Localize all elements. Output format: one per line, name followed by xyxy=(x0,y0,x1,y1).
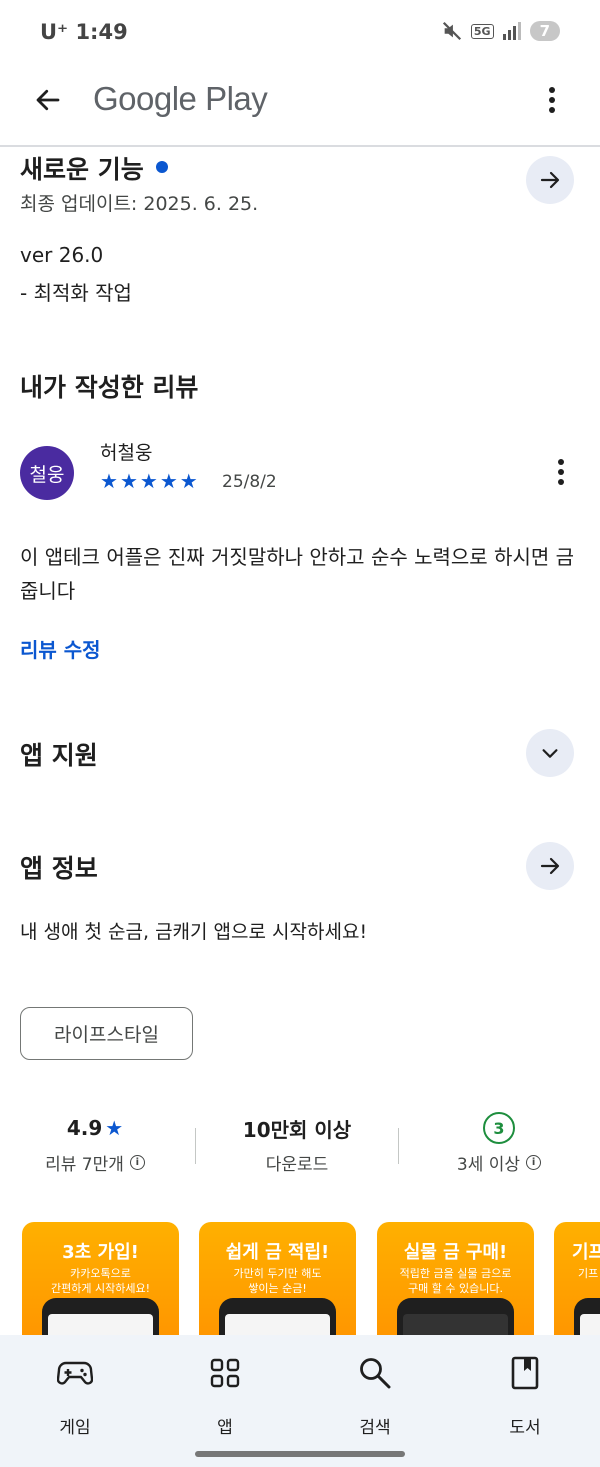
screenshot-subtitle: 카카오톡으로 간편하게 시작하세요! xyxy=(51,1267,150,1295)
downloads-value: 10만회 이상 xyxy=(242,1117,352,1142)
apps-grid-icon xyxy=(210,1358,240,1388)
star-icon: ★ xyxy=(105,1116,124,1140)
status-bar: U⁺ 1:49 5G 7 xyxy=(0,0,600,64)
update-note-text: - 최적화 작업 xyxy=(20,281,132,305)
search-icon xyxy=(360,1358,391,1389)
whats-new-arrow-button[interactable] xyxy=(526,156,574,204)
overflow-menu-button[interactable] xyxy=(530,78,574,122)
chevron-down-icon xyxy=(542,749,558,758)
rating-value: 4.9 xyxy=(66,1116,103,1140)
app-support-expand-button[interactable] xyxy=(526,729,574,777)
review-text: 이 앱테크 어플은 진짜 거짓말하나 안하고 순수 노력으로 하시면 금 줍니다 xyxy=(20,545,575,603)
nav-label: 검색 xyxy=(359,1418,391,1438)
gesture-navigation-bar[interactable] xyxy=(195,1451,405,1457)
downloads-label: 다운로드 xyxy=(265,1155,329,1175)
screenshot-title: 실물 금 구매! xyxy=(403,1242,508,1263)
star-icon: ★ xyxy=(100,469,118,493)
review-rating-stars: ★ ★ ★ ★ ★ xyxy=(100,470,198,492)
arrow-forward-icon xyxy=(540,857,560,875)
version-text: ver 26.0 xyxy=(20,243,104,267)
battery-icon: 7 xyxy=(529,21,560,41)
rating-count: 리뷰 7만개 xyxy=(45,1155,124,1175)
review-more-button[interactable] xyxy=(546,452,576,492)
app-info-arrow-button[interactable] xyxy=(526,842,574,890)
whats-new-title[interactable]: 새로운 기능 xyxy=(20,150,168,186)
app-info-title[interactable]: 앱 정보 xyxy=(20,849,98,885)
rating-stat[interactable]: 4.9 ★ 리뷰 7만개 i xyxy=(5,1110,185,1175)
more-vert-icon xyxy=(549,87,555,113)
screenshot-card[interactable]: 3초 가입! 카카오톡으로 간편하게 시작하세요! xyxy=(22,1222,179,1342)
screenshot-title: 기프 xyxy=(572,1242,600,1263)
app-bar-title: Google Play xyxy=(93,80,268,117)
app-stats-row: 4.9 ★ 리뷰 7만개 i 10만회 이상 다운로드 3 3세 이상 i xyxy=(0,1110,600,1190)
stat-separator xyxy=(398,1128,399,1164)
nav-books[interactable]: 도서 xyxy=(450,1353,600,1438)
edit-review-link[interactable]: 리뷰 수정 xyxy=(20,634,101,663)
back-button[interactable] xyxy=(26,78,70,122)
last-updated-text: 최종 업데이트: 2025. 6. 25. xyxy=(20,193,259,215)
screenshot-title: 3초 가입! xyxy=(62,1242,139,1263)
status-icons: 5G 7 xyxy=(441,20,560,42)
category-chip[interactable]: 라이프스타일 xyxy=(20,1007,193,1060)
screenshot-subtitle: 기프 xyxy=(578,1267,599,1280)
screenshot-card[interactable]: 쉽게 금 적립! 가만히 두기만 해도 쌓이는 순금! xyxy=(199,1222,356,1342)
app-bar-divider xyxy=(0,145,600,147)
age-rating-badge-icon: 3 xyxy=(483,1112,515,1144)
star-icon: ★ xyxy=(119,469,138,493)
downloads-stat: 10만회 이상 다운로드 xyxy=(207,1110,387,1176)
screenshot-subtitle: 가만히 두기만 해도 쌓이는 순금! xyxy=(233,1267,322,1295)
app-description: 내 생애 첫 순금, 금캐기 앱으로 시작하세요! xyxy=(20,921,368,943)
my-review-title: 내가 작성한 리뷰 xyxy=(20,373,199,402)
arrow-back-icon xyxy=(36,89,60,111)
new-indicator-dot xyxy=(155,161,168,173)
info-icon: i xyxy=(129,1155,145,1170)
stat-separator xyxy=(195,1128,196,1164)
network-type-icon: 5G xyxy=(470,23,494,39)
reviewer-avatar: 철웅 xyxy=(20,446,74,500)
nav-label: 도서 xyxy=(509,1418,541,1438)
star-icon: ★ xyxy=(139,469,158,493)
bottom-navigation: 게임 앱 검색 도서 xyxy=(0,1335,600,1467)
status-carrier-time: U⁺ 1:49 xyxy=(40,20,128,44)
nav-apps[interactable]: 앱 xyxy=(150,1353,300,1438)
star-icon: ★ xyxy=(179,469,198,493)
book-icon xyxy=(511,1356,539,1390)
signal-icon xyxy=(502,22,521,40)
arrow-forward-icon xyxy=(540,171,560,189)
app-bar: Google Play xyxy=(0,64,600,136)
nav-games[interactable]: 게임 xyxy=(0,1353,150,1438)
screenshot-carousel[interactable]: 3초 가입! 카카오톡으로 간편하게 시작하세요! 쉽게 금 적립! 가만히 두… xyxy=(0,1222,600,1342)
nav-label: 게임 xyxy=(59,1418,91,1438)
review-date: 25/8/2 xyxy=(222,472,277,492)
whats-new-title-text: 새로운 기능 xyxy=(20,155,144,184)
gamepad-icon xyxy=(57,1361,93,1385)
more-vert-icon xyxy=(558,459,564,485)
age-rating-label: 3세 이상 xyxy=(456,1155,521,1175)
mute-icon xyxy=(442,21,461,41)
info-icon: i xyxy=(526,1155,542,1170)
screenshot-card[interactable]: 실물 금 구매! 적립한 금을 실물 금으로 구매 할 수 있습니다. xyxy=(377,1222,534,1342)
age-rating-stat[interactable]: 3 3세 이상 i xyxy=(409,1110,589,1175)
app-support-title[interactable]: 앱 지원 xyxy=(20,736,98,772)
nav-label: 앱 xyxy=(217,1418,233,1438)
screenshot-title: 쉽게 금 적립! xyxy=(225,1242,330,1263)
screenshot-subtitle: 적립한 금을 실물 금으로 구매 할 수 있습니다. xyxy=(399,1267,512,1295)
reviewer-name: 허철웅 xyxy=(100,442,153,464)
screenshot-card[interactable]: 기프 기프 xyxy=(554,1222,600,1342)
nav-search[interactable]: 검색 xyxy=(300,1353,450,1438)
star-icon: ★ xyxy=(159,469,178,493)
